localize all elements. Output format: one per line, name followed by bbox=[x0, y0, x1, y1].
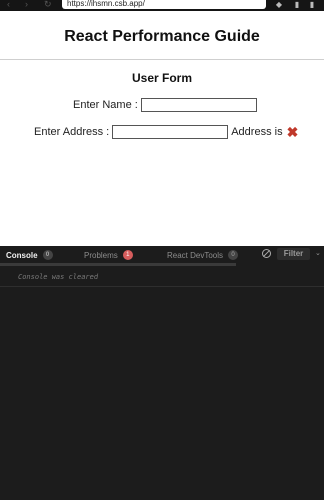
name-label: Enter Name : bbox=[73, 99, 138, 111]
split-view-icon[interactable]: ▮ bbox=[308, 0, 316, 9]
tab-console[interactable]: Console 0 bbox=[6, 250, 53, 260]
browser-toolbar: ‹ › ↻ https://ihsmn.csb.app/ ◆ ▮ ▮ bbox=[0, 0, 324, 11]
tab-react-devtools-label: React DevTools bbox=[167, 250, 224, 260]
address-status-text: Address is bbox=[231, 126, 283, 138]
name-row: Enter Name : bbox=[73, 98, 257, 112]
extension-icon[interactable]: ◆ bbox=[275, 0, 283, 9]
chevron-down-icon[interactable]: ⌄ bbox=[315, 249, 321, 259]
tab-console-label: Console bbox=[6, 250, 38, 260]
url-text: https://ihsmn.csb.app/ bbox=[67, 0, 145, 8]
console-message: Console was cleared bbox=[18, 273, 99, 281]
reload-icon[interactable]: ↻ bbox=[44, 0, 52, 10]
cross-icon: ✖ bbox=[286, 124, 299, 140]
address-label: Enter Address : bbox=[34, 126, 110, 138]
back-icon[interactable]: ‹ bbox=[7, 0, 10, 10]
clear-console-icon[interactable] bbox=[262, 249, 271, 258]
tab-react-devtools[interactable]: React DevTools 0 bbox=[167, 250, 239, 260]
address-row: Enter Address : Address is ✖ bbox=[34, 125, 298, 139]
horizontal-scrollbar[interactable] bbox=[0, 263, 236, 266]
address-input[interactable] bbox=[112, 125, 229, 139]
tab-problems[interactable]: Problems 1 bbox=[84, 250, 133, 260]
filter-button[interactable]: Filter bbox=[277, 248, 310, 260]
console-count-badge: 0 bbox=[42, 250, 53, 260]
form-title: User Form bbox=[131, 71, 193, 85]
forward-icon[interactable]: › bbox=[25, 0, 28, 10]
page-title: React Performance Guide bbox=[64, 28, 260, 45]
tab-problems-label: Problems bbox=[84, 250, 118, 260]
copy-icon[interactable]: ▮ bbox=[293, 0, 301, 9]
console-line: Console was cleared bbox=[0, 268, 324, 287]
name-input[interactable] bbox=[140, 98, 257, 112]
devtools-panel: Console 0 Problems 1 React DevTools 0 Fi… bbox=[0, 246, 324, 500]
devtools-count-badge: 0 bbox=[228, 250, 239, 260]
problems-count-badge: 1 bbox=[122, 250, 133, 260]
devtools-tabs: Console 0 Problems 1 React DevTools 0 Fi… bbox=[0, 246, 324, 263]
address-bar[interactable]: https://ihsmn.csb.app/ bbox=[62, 0, 266, 9]
page-header: React Performance Guide bbox=[0, 11, 324, 60]
